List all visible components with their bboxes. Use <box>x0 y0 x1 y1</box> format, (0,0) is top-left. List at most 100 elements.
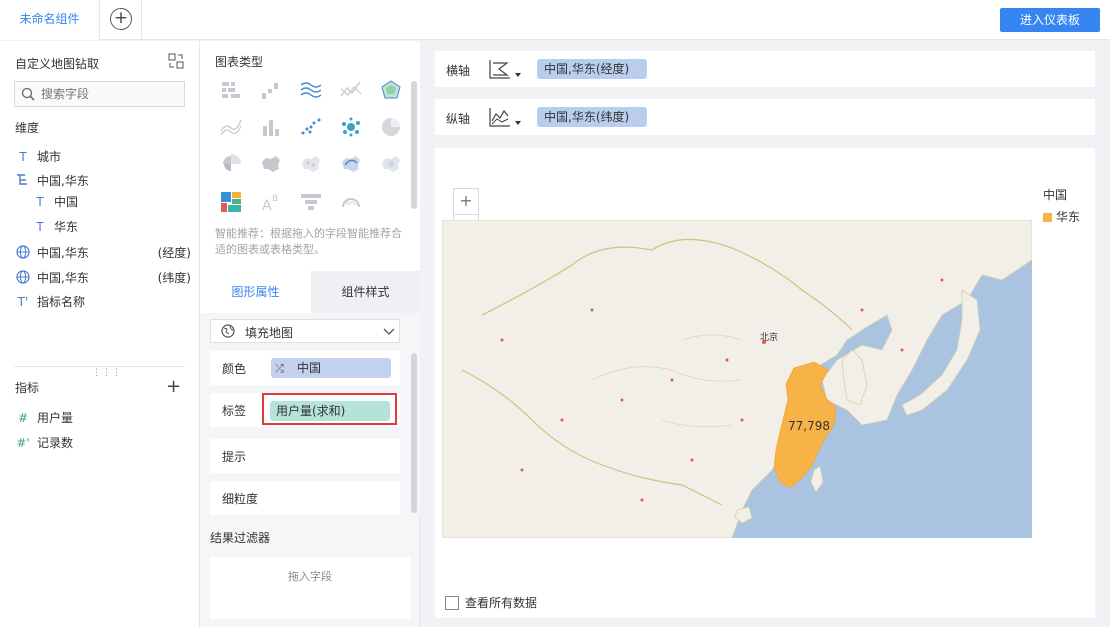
tooltip-property-row[interactable]: 提示 <box>210 439 400 473</box>
filled-map[interactable]: 77,798 北京 <box>442 220 1032 538</box>
x-axis-label: 横轴 <box>446 64 471 78</box>
label-label: 标签 <box>222 404 247 418</box>
bubble-chart-icon[interactable] <box>340 116 362 138</box>
tooltip-label: 提示 <box>222 450 247 464</box>
property-scrollbar[interactable] <box>411 353 417 513</box>
field-suffix: (纬度) <box>157 271 191 285</box>
granularity-property-row[interactable]: 细粒度 <box>210 481 400 515</box>
top-bar: 未命名组件 + 进入仪表板 <box>0 0 1110 40</box>
color-property-row: 颜色 ⤮ 中国 <box>210 351 400 385</box>
point-map-icon[interactable] <box>300 153 322 175</box>
svg-text:60%: 60% <box>346 201 357 207</box>
svg-text:B: B <box>272 194 278 204</box>
measure-field-record-count[interactable]: #' 记录数 <box>15 433 195 453</box>
city-marker <box>520 468 524 472</box>
see-all-checkbox[interactable] <box>445 596 459 610</box>
legend-item-east-china[interactable]: 华东 <box>1043 208 1080 225</box>
rose-chart-icon[interactable] <box>220 153 242 175</box>
city-marker <box>640 498 644 502</box>
dimension-field-latitude[interactable]: 中国,华东 (纬度) <box>15 268 195 288</box>
city-marker <box>670 378 674 382</box>
field-label: 用户量 <box>37 411 74 425</box>
property-tabs: 图形属性 组件样式 <box>200 271 420 313</box>
pie-chart-icon[interactable] <box>380 116 402 138</box>
label-field-pill[interactable]: 用户量(求和) <box>270 401 390 421</box>
field-label: 城市 <box>37 150 62 164</box>
dimension-field-east-china[interactable]: T 华东 <box>32 217 212 237</box>
gauge-chart-icon[interactable]: 60% <box>340 191 362 213</box>
see-all-label: 查看所有数据 <box>465 596 538 610</box>
tab-untitled-component[interactable]: 未命名组件 <box>0 0 100 40</box>
flow-map-icon[interactable] <box>340 153 362 175</box>
beijing-label: 北京 <box>760 331 778 343</box>
search-field-box[interactable] <box>14 81 185 107</box>
dimension-field-china[interactable]: T 中国 <box>32 192 212 212</box>
x-axis-type-icon[interactable] <box>488 58 522 80</box>
add-tab-button[interactable]: + <box>100 0 142 40</box>
scatter-chart-icon[interactable] <box>300 116 322 138</box>
dimension-field-hierarchy[interactable]: 中国,华东 <box>15 171 195 191</box>
field-label: 中国,华东 <box>37 246 89 260</box>
measure-section-label: 指标 <box>15 381 40 395</box>
city-marker <box>690 458 694 462</box>
drop-hint: 拖入字段 <box>288 570 332 583</box>
dimension-field-city[interactable]: T 城市 <box>15 147 195 167</box>
chevron-down-icon <box>383 328 395 335</box>
field-label: 指标名称 <box>37 295 86 309</box>
chart-type-scrollbar[interactable] <box>411 81 417 209</box>
tab-graphic-properties[interactable]: 图形属性 <box>200 271 311 313</box>
shuffle-icon: ⤮ <box>275 362 284 375</box>
legend-swatch <box>1043 213 1052 222</box>
cross-table-icon[interactable] <box>220 79 242 101</box>
text-type-icon: T <box>36 195 44 209</box>
zoom-in-button[interactable]: + <box>454 189 478 215</box>
y-axis-field-pill[interactable]: 中国,华东(纬度) <box>537 107 647 127</box>
city-marker <box>860 308 864 312</box>
bar-chart-icon[interactable] <box>260 116 282 138</box>
field-settings-icon[interactable] <box>168 53 184 69</box>
city-marker <box>590 308 594 312</box>
hierarchy-icon <box>15 171 31 191</box>
granularity-label: 细粒度 <box>222 492 259 506</box>
field-label: 中国 <box>54 195 79 209</box>
legend-item-label: 华东 <box>1056 210 1081 224</box>
svg-text:A: A <box>262 198 272 213</box>
resize-grip-icon[interactable]: ⋮⋮⋮ <box>92 368 122 378</box>
x-axis-field-pill[interactable]: 中国,华东(经度) <box>537 59 647 79</box>
waterfall-icon[interactable] <box>260 79 282 101</box>
stream-chart-icon[interactable] <box>300 79 322 101</box>
city-marker <box>740 418 744 422</box>
see-all-data-toggle[interactable]: 查看所有数据 <box>445 594 537 611</box>
measure-field-users[interactable]: # 用户量 <box>15 408 195 428</box>
treemap-icon[interactable] <box>220 191 242 213</box>
label-property-row: 标签 用户量(求和) <box>210 393 400 427</box>
dimension-field-longitude[interactable]: 中国,华东 (经度) <box>15 243 195 263</box>
radar-chart-icon[interactable] <box>380 79 402 101</box>
word-cloud-icon[interactable]: AB <box>260 191 282 213</box>
city-marker <box>620 398 624 402</box>
legend-title: 中国 <box>1043 188 1068 202</box>
tab-component-style[interactable]: 组件样式 <box>311 271 420 313</box>
enter-dashboard-button[interactable]: 进入仪表板 <box>1000 8 1100 32</box>
globe-icon <box>15 268 31 288</box>
data-field-panel: 自定义地图钻取 维度 T 城市 中国,华东 T 中国 T 华东 中国,华东 (经度) <box>0 41 200 627</box>
filter-drop-zone[interactable]: 拖入字段 <box>210 557 410 619</box>
map-type-select[interactable]: 填充地图 <box>210 319 400 343</box>
area-chart-icon[interactable] <box>220 116 242 138</box>
dataset-title: 自定义地图钻取 <box>15 57 100 71</box>
area-map-icon[interactable] <box>260 153 282 175</box>
search-input[interactable] <box>41 85 181 103</box>
color-field-label: 中国 <box>297 361 322 375</box>
y-axis-type-icon[interactable] <box>488 106 522 128</box>
funnel-chart-icon[interactable] <box>300 191 322 213</box>
smart-recommend-tip: 智能推荐：根据拖入的字段智能推荐合适的图表或表格类型。 <box>215 227 402 256</box>
dimension-section-label: 维度 <box>15 121 40 135</box>
line-chart-icon[interactable] <box>340 79 362 101</box>
color-field-pill[interactable]: ⤮ 中国 <box>271 358 391 378</box>
region-value-label: 77,798 <box>788 419 830 433</box>
plus-circle-icon: + <box>110 8 132 30</box>
add-measure-icon[interactable]: + <box>166 376 181 397</box>
heat-map-icon[interactable] <box>380 153 402 175</box>
dimension-field-metric-name[interactable]: T' 指标名称 <box>15 292 195 312</box>
field-label: 中国,华东 <box>37 174 89 188</box>
